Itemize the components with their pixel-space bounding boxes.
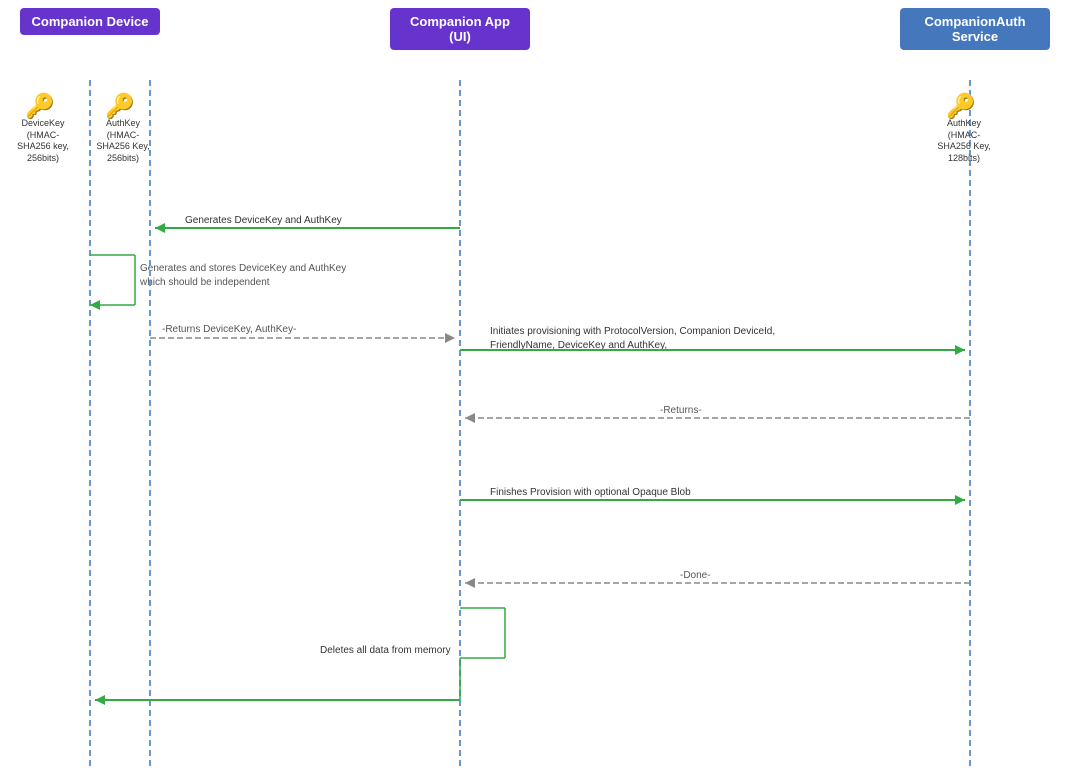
auth-key-device-icon: 🔑 — [105, 92, 135, 121]
generates-stores-label: Generates and stores DeviceKey and AuthK… — [140, 262, 346, 290]
finishes-provision-label: Finishes Provision with optional Opaque … — [490, 487, 691, 498]
deletes-data-label: Deletes all data from memory — [320, 645, 451, 656]
done-label: -Done- — [680, 570, 711, 581]
auth-key-service-icon: 🔑 — [946, 92, 976, 121]
diagram-container: Companion Device Companion App(UI) Compa… — [0, 0, 1087, 768]
actor-companion-device-label: Companion Device — [31, 14, 148, 29]
arrows-svg — [0, 0, 1087, 768]
actor-companion-app-label: Companion App(UI) — [410, 14, 510, 44]
returns-label: -Returns- — [660, 405, 702, 416]
actor-companion-auth-label: CompanionAuthService — [924, 14, 1025, 44]
initiates-provisioning-label: Initiates provisioning with ProtocolVers… — [490, 325, 775, 353]
actor-companion-auth: CompanionAuthService — [900, 8, 1050, 50]
generates-device-auth-label: Generates DeviceKey and AuthKey — [185, 215, 342, 226]
returns-device-auth-label: -Returns DeviceKey, AuthKey- — [162, 324, 296, 335]
device-key-icon: 🔑 — [25, 92, 55, 121]
auth-key-service-label: AuthKey(HMAC-SHA256 Key,128bits) — [929, 118, 999, 165]
device-key-label: DeviceKey(HMAC-SHA256 key,256bits) — [8, 118, 78, 165]
actor-companion-device: Companion Device — [20, 8, 160, 35]
auth-key-device-label: AuthKey(HMAC-SHA256 Key,256bits) — [88, 118, 158, 165]
actor-companion-app: Companion App(UI) — [390, 8, 530, 50]
